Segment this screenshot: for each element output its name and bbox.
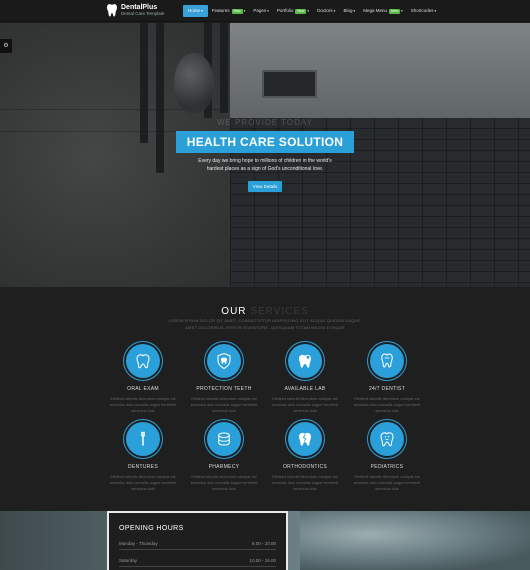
hero-title: HEALTH CARE SOLUTION xyxy=(176,131,354,153)
logo[interactable]: DentalPlus Dental Care Template xyxy=(106,3,164,17)
nav-label: Features xyxy=(211,8,230,13)
service-icon-circle xyxy=(370,344,404,378)
bottom-background-photo xyxy=(300,511,530,570)
new-badge: New xyxy=(388,8,400,14)
nav-label: Pages xyxy=(253,8,267,13)
shield-tooth-icon xyxy=(217,352,231,370)
chevron-down-icon: ▾ xyxy=(353,9,356,13)
navbar: DentalPlus Dental Care Template Home ▾ F… xyxy=(0,0,530,22)
hours-divider xyxy=(119,566,276,567)
services-section: OUR SERVICES LOREM IPSUM DOLOR SIT AMET,… xyxy=(0,287,530,511)
cracked-tooth-icon xyxy=(299,432,311,446)
nav-label: Home xyxy=(188,8,201,13)
service-text: Eleifend lobortis bibendum volutpat est … xyxy=(353,397,421,413)
service-title: PHARMECY xyxy=(208,464,240,470)
service-text: Eleifend lobortis bibendum volutpat est … xyxy=(271,397,339,413)
service-icon-circle xyxy=(370,422,404,456)
hero-kicker: WE PROVIDE TODAY xyxy=(216,118,313,127)
tooth-logo-icon xyxy=(107,4,117,17)
service-icon-circle xyxy=(207,422,241,456)
chevron-down-icon: ▾ xyxy=(401,9,403,13)
nav-home[interactable]: Home ▾ xyxy=(183,5,208,17)
nav-shortcodes[interactable]: Shortcodes ▾ xyxy=(407,5,441,17)
service-text: Eleifend lobortis bibendum volutpat est … xyxy=(190,475,258,491)
service-pharmecy[interactable]: PHARMECY Eleifend lobortis bibendum volu… xyxy=(184,422,264,492)
pill-box-icon xyxy=(218,432,230,446)
chevron-down-icon: ▾ xyxy=(434,9,437,13)
service-title: DENTURES xyxy=(128,464,158,470)
view-details-button[interactable]: View Details xyxy=(248,181,282,192)
hours-row: Saturday 10.00 - 16.00 xyxy=(119,558,276,563)
service-text: Eleifend lobortis bibendum volutpat est … xyxy=(190,397,258,413)
nav-label: Blog xyxy=(343,8,353,13)
service-title: 24/7 DENTIST xyxy=(368,386,406,392)
nav-label: Shortcodes xyxy=(410,8,434,13)
chevron-down-icon: ▾ xyxy=(243,9,246,13)
service-icon-circle xyxy=(207,344,241,378)
brand-name: DentalPlus xyxy=(121,3,158,11)
service-orthodontics[interactable]: ORTHODONTICS Eleifend lobortis bibendum … xyxy=(265,422,345,492)
hero-text: Every day we bring hope to millions of c… xyxy=(198,158,332,172)
tooth-icon xyxy=(136,354,150,369)
lab-tooth-icon xyxy=(299,354,311,368)
service-icon-circle xyxy=(288,344,322,378)
nav-features[interactable]: Features New ▾ xyxy=(208,5,250,17)
service-pediatrics[interactable]: PEDIATRICS Eleifend lobortis bibendum vo… xyxy=(347,422,427,492)
opening-hours-box: OPENING HOURS Monday - Thursday 8.00 - 2… xyxy=(107,511,288,570)
service-24-7-dentist[interactable]: 24/7 DENTIST Eleifend lobortis bibendum … xyxy=(347,344,427,414)
settings-toggle-icon[interactable]: ⚙ xyxy=(0,39,12,53)
service-icon-circle xyxy=(288,422,322,456)
nav-label: Portfolio xyxy=(276,8,294,13)
kid-tooth-icon xyxy=(380,432,394,447)
opening-hours-title: OPENING HOURS xyxy=(119,525,184,532)
nav-portfolio[interactable]: Portfolio New ▾ xyxy=(273,5,313,17)
nav-label: Mega Menu xyxy=(363,8,387,13)
hours-divider xyxy=(119,549,276,550)
chevron-down-icon: ▾ xyxy=(201,9,203,13)
service-icon-circle xyxy=(126,344,160,378)
service-oral-exam[interactable]: ORAL EXAM Eleifend lobortis bibendum vol… xyxy=(103,344,183,414)
service-protection-teeth[interactable]: PROTECTION TEETH Eleifend lobortis biben… xyxy=(184,344,264,414)
new-badge: New xyxy=(295,8,307,14)
hours-time: 10.00 - 16.00 xyxy=(249,558,276,563)
service-title: PEDIATRICS xyxy=(370,464,404,470)
new-badge: New xyxy=(231,8,243,14)
services-description: LOREM IPSUM DOLOR SIT AMET, CONSECTETUR … xyxy=(168,318,362,330)
dentist-icon xyxy=(381,353,393,368)
services-title-main: OUR xyxy=(221,306,247,317)
chevron-down-icon: ▾ xyxy=(307,9,310,13)
services-title-muted: SERVICES xyxy=(250,306,309,317)
service-text: Eleifend lobortis bibendum volutpat est … xyxy=(271,475,339,491)
service-icon-circle xyxy=(126,422,160,456)
service-available-lab[interactable]: AVAILABLE LAB Eleifend lobortis bibendum… xyxy=(265,344,345,414)
hours-row: Monday - Thursday 8.00 - 20.00 xyxy=(119,541,276,546)
service-title: ORAL EXAM xyxy=(127,386,159,392)
service-title: PROTECTION TEETH xyxy=(196,386,252,392)
brand-tagline: Dental Care Template xyxy=(121,10,165,16)
hours-day: Saturday xyxy=(119,558,138,563)
nav-pages[interactable]: Pages ▾ xyxy=(249,5,273,17)
nav-blog[interactable]: Blog ▾ xyxy=(339,5,359,17)
service-text: Eleifend lobortis bibendum volutpat est … xyxy=(109,397,177,413)
hero-banner: ⚙ WE PROVIDE TODAY HEALTH CARE SOLUTION … xyxy=(0,23,530,287)
service-title: ORTHODONTICS xyxy=(282,464,328,470)
service-text: Eleifend lobortis bibendum volutpat est … xyxy=(109,475,177,491)
services-title: OUR SERVICES xyxy=(0,306,530,317)
service-text: Eleifend lobortis bibendum volutpat est … xyxy=(353,475,421,491)
main-nav: Home ▾ Features New ▾ Pages ▾ Portfolio … xyxy=(183,5,440,17)
hero-overlay xyxy=(0,23,530,287)
nav-doctors[interactable]: Doctors ▾ xyxy=(313,5,339,17)
chevron-down-icon: ▾ xyxy=(267,9,269,13)
toothbrush-icon xyxy=(141,431,145,446)
hours-time: 8.00 - 20.00 xyxy=(251,541,276,546)
nav-mega-menu[interactable]: Mega Menu New ▾ xyxy=(359,5,407,17)
nav-label: Doctors xyxy=(317,8,333,13)
service-title: AVAILABLE LAB xyxy=(284,386,326,392)
hours-day: Monday - Thursday xyxy=(119,541,158,546)
service-dentures[interactable]: DENTURES Eleifend lobortis bibendum volu… xyxy=(103,422,183,492)
chevron-down-icon: ▾ xyxy=(333,9,336,13)
